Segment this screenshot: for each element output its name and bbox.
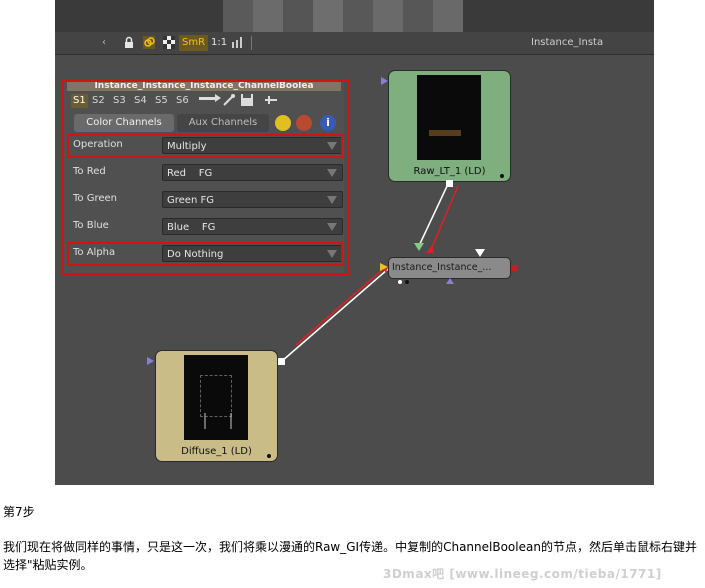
raw-output-port[interactable] (446, 180, 453, 187)
flow-editor[interactable]: Raw_LT_1 (LD) Instance_Instance_... Diff… (55, 55, 654, 485)
smr-button[interactable]: SmR (179, 35, 209, 51)
instance-fg-input[interactable] (475, 249, 485, 257)
diffuse-thumbnail (184, 355, 248, 440)
diffuse-node[interactable]: Diffuse_1 (LD) (156, 351, 277, 461)
scale-button[interactable]: 1:1 (211, 35, 227, 51)
instance-dot (398, 280, 402, 284)
checker-icon[interactable] (163, 36, 175, 49)
raw-input-triangle[interactable] (381, 77, 388, 85)
diffuse-output-port[interactable] (278, 358, 285, 365)
diffuse-input-triangle[interactable] (147, 357, 154, 365)
screenshot-panel: ‹ SmR 1:1 Instance_Insta Raw_LT_1 (LD) I… (55, 0, 654, 485)
link-red (295, 269, 383, 346)
link-icon[interactable] (143, 36, 155, 49)
link-white (281, 268, 389, 362)
step-heading: 第7步 (3, 505, 35, 519)
instance-bg-input[interactable] (414, 243, 424, 251)
viewer-tile (313, 0, 343, 32)
watermark: 3Dmax吧 [www.lineeg.com/tieba/1771] (383, 567, 662, 581)
highlight-operation (67, 134, 343, 158)
viewer-tile (283, 0, 313, 32)
toolbar-divider (251, 36, 252, 50)
chevron-left-icon[interactable]: ‹ (102, 35, 106, 51)
viewer-tile (223, 0, 253, 32)
viewer-tile (253, 0, 283, 32)
link-white (417, 183, 449, 249)
highlight-to-alpha (67, 242, 343, 266)
viewer-strip (55, 0, 654, 32)
viewer-tile (433, 0, 463, 32)
viewer-tile (373, 0, 403, 32)
raw-thumbnail (417, 75, 481, 160)
instance-mask-input[interactable] (446, 278, 454, 284)
bars-icon[interactable] (231, 36, 243, 49)
viewer-node-name: Instance_Insta (531, 37, 604, 48)
raw-node-dot (500, 174, 504, 178)
instance-node-label: Instance_Instance_... (392, 262, 492, 273)
viewer-tile (343, 0, 373, 32)
viewer-tile (403, 0, 433, 32)
inspector-panel: Instance_Instance_Instance_ChannelBoolea… (61, 79, 350, 275)
viewer-toolbar: ‹ SmR 1:1 Instance_Insta (55, 32, 654, 55)
instance-output-port[interactable] (511, 265, 517, 271)
instance-node[interactable]: Instance_Instance_... (389, 258, 510, 278)
instance-dot (405, 280, 409, 284)
instance-side-input[interactable] (380, 263, 388, 271)
diffuse-node-dot (267, 454, 271, 458)
raw-node[interactable]: Raw_LT_1 (LD) (389, 71, 510, 181)
link-red (429, 185, 459, 253)
diffuse-node-label: Diffuse_1 (LD) (181, 446, 252, 457)
raw-node-label: Raw_LT_1 (LD) (413, 166, 486, 177)
lock-icon[interactable] (123, 36, 135, 49)
